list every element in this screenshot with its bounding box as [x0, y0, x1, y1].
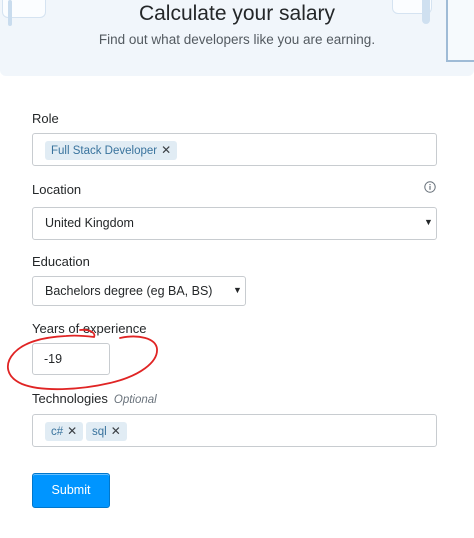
education-select-value: Bachelors degree (eg BA, BS) — [45, 284, 213, 298]
technology-tag: sql ✕ — [86, 422, 127, 441]
location-label: Location — [32, 182, 82, 197]
hero-banner: Calculate your salary Find out what deve… — [0, 0, 474, 76]
annotation-circle — [7, 328, 158, 391]
close-icon[interactable]: ✕ — [111, 424, 121, 438]
location-select-value: United Kingdom — [45, 216, 134, 230]
page-subtitle: Find out what developers like you are ea… — [98, 32, 376, 47]
technologies-label: Technologies Optional — [32, 391, 157, 406]
education-label: Education — [32, 254, 90, 269]
role-tag-label: Full Stack Developer — [51, 145, 158, 157]
salary-calculator-page: Calculate your salary Find out what deve… — [0, 0, 474, 538]
education-select[interactable]: Bachelors degree (eg BA, BS) ▼ — [32, 276, 246, 306]
optional-hint: Optional — [113, 394, 157, 406]
role-label: Role — [32, 111, 59, 126]
technologies-label-text: Technologies — [32, 391, 108, 406]
experience-input[interactable]: -19 — [32, 343, 110, 375]
close-icon[interactable]: ✕ — [67, 424, 77, 438]
page-title: Calculate your salary — [138, 2, 336, 25]
technologies-tag-input[interactable]: c# ✕ sql ✕ — [32, 414, 437, 447]
close-icon[interactable]: ✕ — [161, 143, 171, 157]
technology-tag-label: c# — [51, 426, 64, 438]
role-tag: Full Stack Developer ✕ — [45, 141, 178, 160]
caret-down-icon: ▼ — [424, 217, 433, 227]
technology-tag: c# ✕ — [45, 422, 84, 441]
submit-button[interactable]: Submit — [32, 473, 110, 508]
info-icon[interactable] — [424, 181, 436, 193]
role-tag-input[interactable]: Full Stack Developer ✕ — [32, 133, 437, 166]
technology-tag-label: sql — [92, 426, 107, 438]
caret-down-icon: ▼ — [233, 285, 242, 295]
experience-label: Years of experience — [32, 321, 147, 336]
experience-input-value: -19 — [44, 352, 63, 366]
location-select[interactable]: United Kingdom ▼ — [32, 207, 437, 240]
